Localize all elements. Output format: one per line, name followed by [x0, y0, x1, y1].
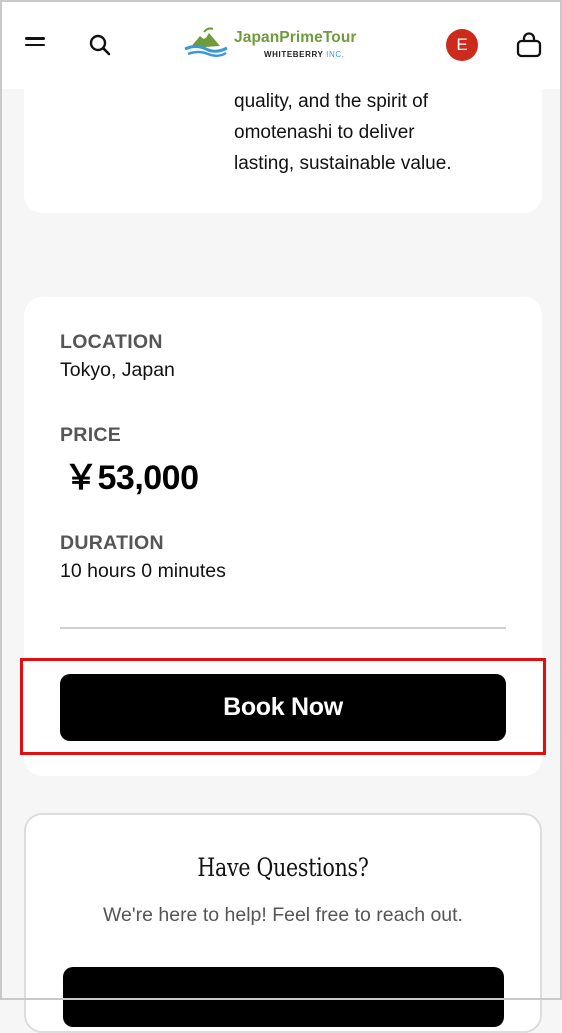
book-now-button[interactable]: Book Now	[60, 674, 506, 741]
menu-icon[interactable]	[25, 37, 47, 53]
questions-title: Have Questions?	[197, 853, 369, 882]
intro-line: lasting, sustainable value.	[234, 153, 452, 174]
shopping-bag-icon[interactable]	[515, 31, 543, 59]
duration-label: DURATION	[60, 532, 164, 554]
logo-mark-icon	[184, 27, 228, 57]
intro-line: omotenashi to deliver	[234, 122, 415, 143]
divider	[60, 627, 506, 629]
price-label: PRICE	[60, 424, 122, 446]
location-label: LOCATION	[60, 331, 163, 353]
brand-company-suffix: INC.	[326, 50, 345, 59]
search-icon[interactable]	[88, 33, 112, 57]
intro-line: quality, and the spirit of	[234, 91, 428, 112]
duration-value: 10 hours 0 minutes	[60, 560, 226, 582]
intro-text: quality, and the spirit of omotenashi to…	[234, 86, 524, 179]
contact-button[interactable]	[63, 967, 504, 1027]
user-avatar[interactable]: E	[446, 29, 478, 61]
brand-company: WHITEBERRY INC.	[264, 50, 345, 59]
site-header: JapanPrimeTour WHITEBERRY INC. E	[0, 0, 562, 89]
price-value: ￥53,000	[64, 459, 199, 497]
location-value: Tokyo, Japan	[60, 359, 175, 381]
questions-card: Have Questions? We're here to help! Feel…	[24, 813, 542, 1033]
brand-company-name: WHITEBERRY	[264, 50, 324, 59]
questions-subtitle: We're here to help! Feel free to reach o…	[103, 904, 463, 926]
brand-logo[interactable]: JapanPrimeTour WHITEBERRY INC.	[180, 24, 385, 64]
brand-name: JapanPrimeTour	[234, 29, 357, 46]
